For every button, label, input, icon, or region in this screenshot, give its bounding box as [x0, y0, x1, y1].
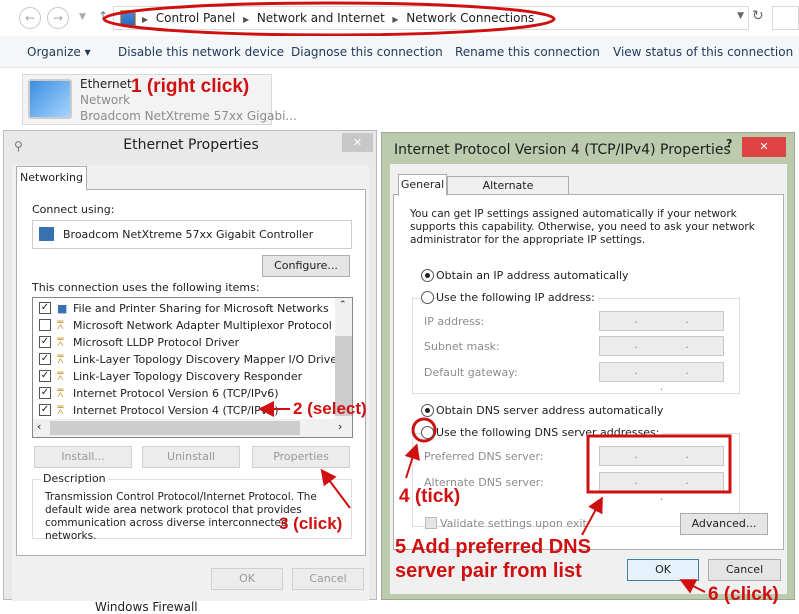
annotation-step4: 4 (tick)	[399, 486, 461, 507]
tab-general[interactable]: General	[398, 174, 447, 196]
annotation-step6: 6 (click)	[708, 584, 779, 605]
arrow-step5	[581, 496, 603, 536]
annotation-overlay	[258, 401, 732, 594]
arrow-step4	[404, 443, 420, 479]
tab-networking[interactable]: Networking	[16, 166, 87, 190]
use-dns-radio[interactable]	[421, 426, 434, 439]
annotation-step5b: server pair from list	[395, 560, 582, 582]
arrow-step6	[679, 579, 706, 594]
arrow-step3	[320, 468, 351, 509]
use-ip-radio[interactable]	[421, 291, 434, 304]
box-dns-fields	[586, 434, 732, 494]
annotation-step5a: 5 Add preferred DNS	[395, 536, 591, 558]
